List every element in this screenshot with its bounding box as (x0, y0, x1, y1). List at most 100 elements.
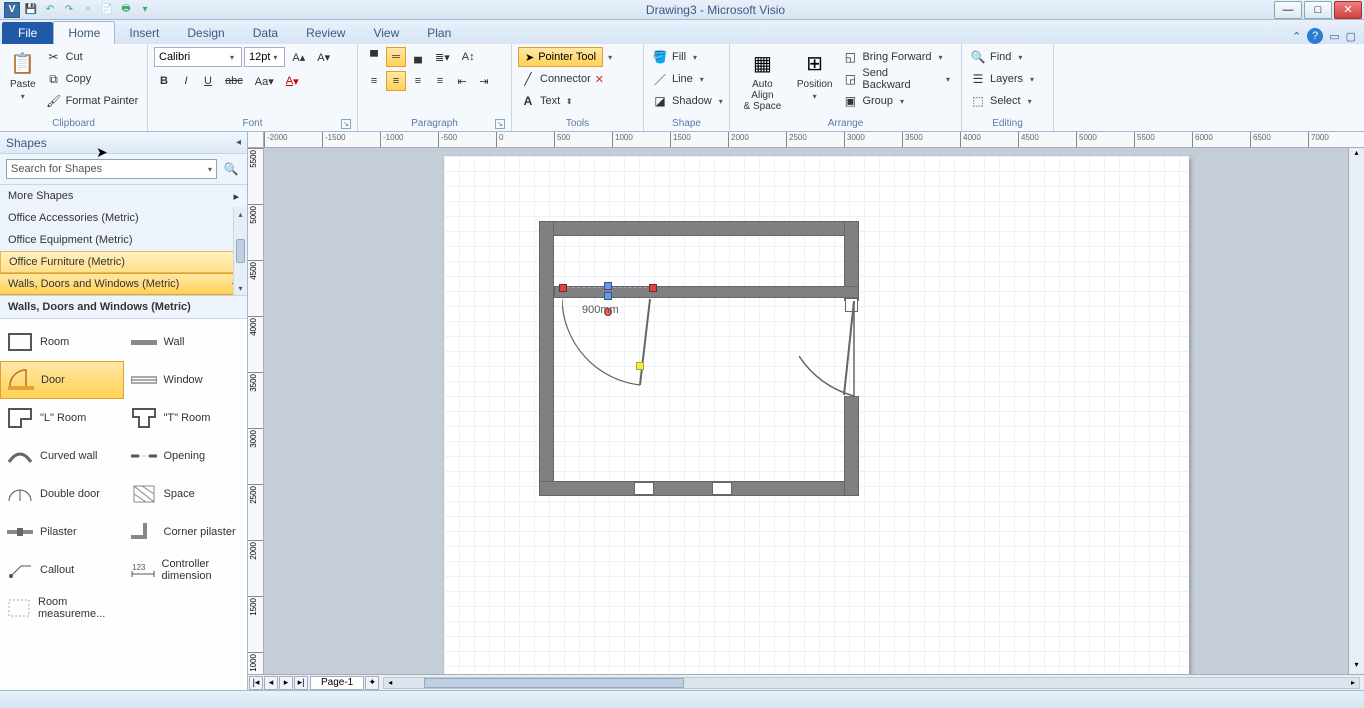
shape-wall[interactable]: Wall (124, 323, 248, 361)
page-last-button[interactable]: ▸| (294, 676, 308, 690)
shape-callout[interactable]: Callout (0, 551, 124, 589)
copy-button[interactable]: ⧉Copy (44, 69, 141, 89)
align-top-button[interactable]: ▀ (364, 47, 384, 67)
hscroll-thumb[interactable] (424, 678, 684, 688)
cat-office-accessories[interactable]: Office Accessories (Metric) (0, 207, 247, 229)
shadow-button[interactable]: ◪Shadow▾ (650, 91, 728, 111)
shape-space[interactable]: Space (124, 475, 248, 513)
undo-icon[interactable]: ↶ (42, 2, 58, 18)
shape--l-room[interactable]: "L" Room (0, 399, 124, 437)
shape-corner-pilaster[interactable]: Corner pilaster (124, 513, 248, 551)
paste-button[interactable]: 📋 Paste ▾ (6, 47, 40, 103)
help-icon[interactable]: ? (1307, 28, 1323, 44)
vertical-ruler[interactable]: 5500500045004000350030002500200015001000 (248, 148, 264, 674)
font-name-select[interactable]: Calibri▾ (154, 47, 242, 67)
connector-button[interactable]: ╱Connector✕ (518, 69, 606, 89)
font-size-select[interactable]: 12pt▾ (244, 47, 285, 67)
autoalign-button[interactable]: ▦Auto Align& Space (736, 47, 789, 114)
tab-design[interactable]: Design (173, 22, 238, 44)
shape--t-room[interactable]: "T" Room (124, 399, 248, 437)
bring-forward-button[interactable]: ◱Bring Forward▾ (840, 47, 955, 67)
italic-button[interactable]: I (176, 71, 196, 91)
tab-insert[interactable]: Insert (115, 22, 173, 44)
text-tool-button[interactable]: AText⬍ (518, 91, 576, 111)
bold-button[interactable]: B (154, 71, 174, 91)
handle-nw[interactable] (559, 284, 567, 292)
cat-walls-doors-windows[interactable]: Walls, Doors and Windows (Metric)▾ (0, 273, 247, 295)
ribbon-collapse-icon[interactable]: ▭ (1329, 30, 1339, 43)
handle-ne[interactable] (649, 284, 657, 292)
shrink-font-button[interactable]: A▾ (312, 47, 335, 67)
shape-window[interactable]: Window (124, 361, 248, 399)
app-icon[interactable]: V (4, 2, 20, 18)
handle-swing[interactable] (636, 362, 644, 370)
font-color-button[interactable]: A▾ (281, 71, 304, 91)
dec-indent-button[interactable]: ⇤ (452, 71, 472, 91)
shape-room[interactable]: Room (0, 323, 124, 361)
justify-button[interactable]: ≡ (430, 71, 450, 91)
shape-door[interactable]: Door (0, 361, 124, 399)
panel-collapse-icon[interactable]: ◂ (236, 137, 241, 148)
tab-review[interactable]: Review (292, 22, 359, 44)
minimize-button[interactable]: — (1274, 1, 1302, 19)
paragraph-launcher[interactable]: ↘ (495, 119, 505, 129)
print-icon[interactable]: 🖶 (118, 2, 134, 18)
format-painter-button[interactable]: 🖌Format Painter (44, 91, 141, 111)
shape-pilaster[interactable]: Pilaster (0, 513, 124, 551)
drawing-page[interactable]: 900mm (444, 156, 1189, 674)
scroll-up-icon[interactable]: ▴ (234, 207, 247, 221)
inc-indent-button[interactable]: ⇥ (474, 71, 494, 91)
position-button[interactable]: ⊞Position▾ (793, 47, 837, 103)
send-backward-button[interactable]: ◲Send Backward▾ (840, 69, 955, 89)
tab-plan[interactable]: Plan (413, 22, 465, 44)
new-page-button[interactable]: ✦ (365, 676, 379, 690)
ribbon-min-icon[interactable]: ⌃ (1292, 30, 1301, 43)
align-center-button[interactable]: ≡ (386, 71, 406, 91)
cat-office-equipment[interactable]: Office Equipment (Metric) (0, 229, 247, 251)
shape-curved-wall[interactable]: Curved wall (0, 437, 124, 475)
wall-left[interactable] (539, 221, 554, 496)
fill-button[interactable]: 🪣Fill▾ (650, 47, 702, 67)
shape-room-measureme-[interactable]: Room measureme... (0, 589, 124, 627)
shape-opening[interactable]: Opening (124, 437, 248, 475)
underline-button[interactable]: U (198, 71, 218, 91)
open-icon[interactable]: 📄 (99, 2, 115, 18)
scroll-thumb[interactable] (236, 239, 245, 263)
page-first-button[interactable]: |◂ (249, 676, 263, 690)
wall-right-lower[interactable] (844, 396, 859, 496)
hscroll-right-icon[interactable]: ▸ (1347, 678, 1359, 688)
hscroll-left-icon[interactable]: ◂ (384, 678, 396, 688)
window-bottom-2[interactable] (712, 482, 732, 495)
shapes-search-input[interactable]: Search for Shapes▾ (6, 159, 217, 179)
grow-font-button[interactable]: A▴ (287, 47, 310, 67)
pointer-dd[interactable]: ▾ (605, 53, 615, 62)
search-go-button[interactable]: 🔍 (221, 159, 241, 179)
line-button[interactable]: ／Line▾ (650, 69, 709, 89)
drawing-scroll-area[interactable]: 900mm ▴ ▾ (264, 148, 1364, 674)
ribbon-expand-icon[interactable]: ▢ (1346, 30, 1356, 43)
shape-double-door[interactable]: Double door (0, 475, 124, 513)
horizontal-scrollbar[interactable]: ◂ ▸ (383, 677, 1360, 689)
door-right[interactable] (799, 301, 899, 401)
tab-home[interactable]: Home (53, 21, 115, 44)
cut-button[interactable]: ✂Cut (44, 47, 141, 67)
align-middle-button[interactable]: ═ (386, 47, 406, 67)
align-left-button[interactable]: ≡ (364, 71, 384, 91)
door-selected[interactable] (562, 287, 662, 387)
tab-data[interactable]: Data (239, 22, 292, 44)
page-tab-1[interactable]: Page-1 (310, 676, 364, 690)
find-button[interactable]: 🔍Find▾ (968, 47, 1027, 67)
qat-dd-icon[interactable]: ▾ (137, 2, 153, 18)
vscroll-down-icon[interactable]: ▾ (1349, 660, 1364, 674)
handle-n[interactable] (604, 282, 612, 290)
font-launcher[interactable]: ↘ (341, 119, 351, 129)
page-prev-button[interactable]: ◂ (264, 676, 278, 690)
cat-office-furniture[interactable]: Office Furniture (Metric) (0, 251, 247, 273)
redo-icon[interactable]: ↷ (61, 2, 77, 18)
pointer-tool-button[interactable]: ➤Pointer Tool (518, 47, 603, 67)
bullets-button[interactable]: ≣▾ (430, 47, 455, 67)
tab-view[interactable]: View (359, 22, 413, 44)
text-direction-button[interactable]: A↕ (457, 47, 480, 67)
vscroll-up-icon[interactable]: ▴ (1349, 148, 1364, 162)
layers-button[interactable]: ☰Layers▾ (968, 69, 1039, 89)
